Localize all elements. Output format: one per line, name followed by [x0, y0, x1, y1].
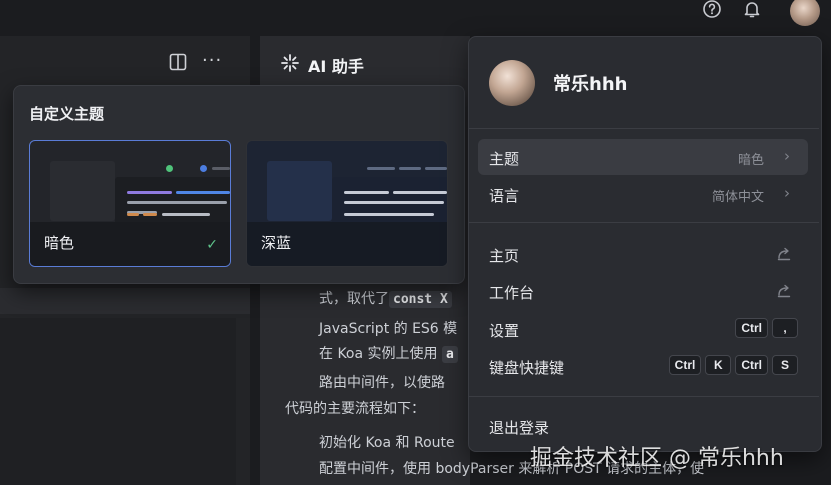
shortcut-keys: Ctrl,	[731, 317, 798, 338]
username: 常乐hhh	[553, 74, 628, 95]
preview-sidebar	[50, 161, 115, 221]
user-avatar	[489, 60, 535, 106]
ai-text: 在 Koa 实例上使用	[319, 346, 438, 362]
menu-item-logout[interactable]: 退出登录	[478, 408, 808, 444]
preview-bar	[399, 167, 421, 170]
layout-split-icon[interactable]	[168, 52, 188, 72]
theme-card-label: 暗色	[44, 234, 75, 252]
kbd-key: ,	[772, 318, 798, 338]
preview-bar	[212, 167, 230, 170]
menu-item-label: 语言	[489, 187, 520, 205]
menu-item-language[interactable]: 语言 简体中文 ›	[478, 176, 808, 212]
menu-item-label: 主页	[489, 247, 520, 265]
preview-bar	[344, 191, 389, 194]
menu-item-label: 工作台	[489, 284, 535, 302]
menu-item-label: 设置	[489, 322, 520, 340]
kbd-key: Ctrl	[735, 355, 768, 375]
menu-item-label: 主题	[489, 150, 520, 168]
preview-bar	[143, 213, 157, 216]
help-icon[interactable]	[702, 0, 722, 19]
theme-card-dark[interactable]: 暗色 ✓	[29, 140, 231, 267]
preview-bar	[367, 167, 395, 170]
menu-item-theme[interactable]: 主题 暗色 ›	[478, 139, 808, 175]
ai-text: 式，取代了	[319, 291, 389, 307]
sparkle-icon	[280, 53, 300, 73]
menu-divider	[469, 222, 819, 223]
check-icon: ✓	[206, 237, 218, 253]
editor-separator	[0, 288, 250, 314]
shortcut-keys: Ctrl K Ctrl S	[665, 354, 798, 375]
menu-divider	[469, 128, 819, 129]
more-icon[interactable]: ···	[202, 50, 228, 71]
theme-card-footer: 暗色 ✓	[30, 222, 230, 266]
preview-bar	[344, 213, 434, 216]
theme-card-footer: 深蓝	[247, 222, 447, 266]
preview-bar	[393, 191, 447, 194]
ai-text-line: 式，取代了 const X	[319, 288, 452, 308]
preview-bar	[127, 191, 172, 194]
menu-item-keyboard-shortcuts[interactable]: 键盘快捷键 Ctrl K Ctrl S	[478, 348, 808, 384]
preview-bar	[127, 213, 139, 216]
ai-text-line: 初始化 Koa 和 Route	[319, 435, 455, 451]
theme-popover-title: 自定义主题	[29, 105, 105, 123]
menu-divider	[469, 396, 819, 397]
chevron-right-icon: ›	[784, 184, 790, 202]
preview-dot	[166, 165, 173, 172]
ai-text-line: JavaScript 的 ES6 模	[319, 321, 458, 337]
watermark: 掘金技术社区 @ 常乐hhh	[530, 446, 784, 471]
external-link-icon	[777, 284, 791, 298]
bell-icon[interactable]	[742, 0, 762, 19]
chevron-right-icon: ›	[784, 147, 790, 165]
preview-bar	[127, 201, 227, 204]
kbd-key: Ctrl	[668, 355, 702, 375]
preview-bar	[162, 213, 210, 216]
menu-item-workbench[interactable]: 工作台	[478, 273, 808, 309]
inline-code: const X	[389, 291, 452, 308]
menu-item-home[interactable]: 主页	[478, 236, 808, 272]
menu-item-value: 暗色	[737, 153, 764, 168]
kbd-key: K	[705, 355, 732, 375]
ai-text-line: 代码的主要流程如下：	[285, 401, 425, 417]
preview-bar	[176, 191, 230, 194]
ai-text-line: 在 Koa 实例上使用 a	[319, 343, 458, 363]
menu-item-label: 退出登录	[489, 419, 550, 437]
external-link-icon	[777, 247, 791, 261]
kbd-key: Ctrl	[735, 318, 768, 338]
preview-bar	[425, 167, 447, 170]
menu-item-value: 简体中文	[711, 190, 764, 205]
theme-card-label: 深蓝	[261, 234, 292, 252]
ai-panel-title: AI 助手	[308, 57, 364, 76]
preview-bar	[344, 201, 444, 204]
theme-card-deep-blue[interactable]: 深蓝	[246, 140, 448, 267]
preview-dot	[200, 165, 207, 172]
menu-item-settings[interactable]: 设置 Ctrl,	[478, 311, 808, 347]
inline-code: a	[441, 346, 458, 363]
preview-sidebar	[267, 161, 332, 221]
kbd-key: S	[772, 355, 798, 375]
menu-item-label: 键盘快捷键	[489, 359, 565, 377]
editor-content	[0, 318, 236, 485]
ai-text-line: 路由中间件，以使路	[319, 375, 445, 391]
